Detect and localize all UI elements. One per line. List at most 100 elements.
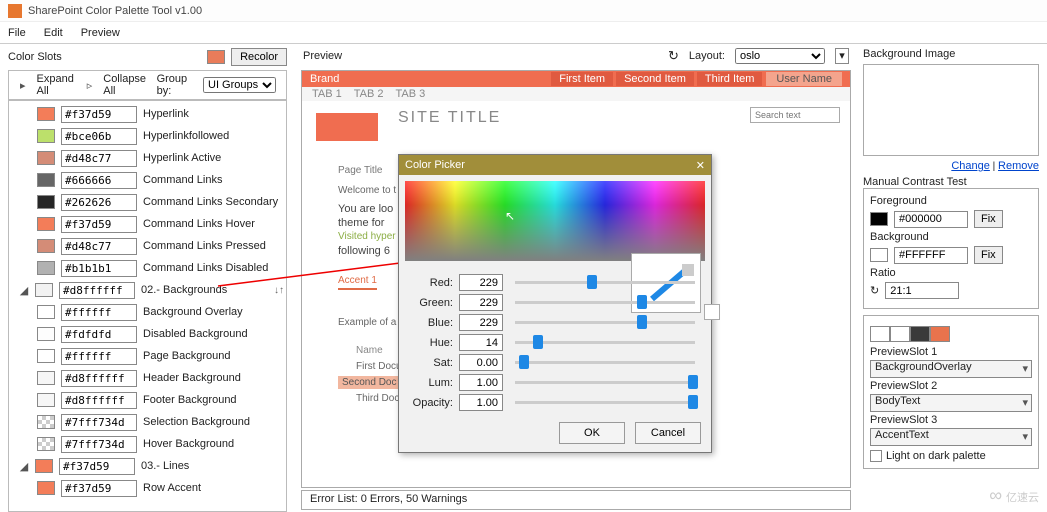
slot-row[interactable]: Row Accent <box>11 477 284 499</box>
bg-hex-input[interactable] <box>894 247 968 264</box>
recolor-swatch[interactable] <box>207 50 225 64</box>
slot-hex-input[interactable] <box>61 370 137 387</box>
slot-swatch[interactable] <box>37 195 55 209</box>
channel-slider[interactable] <box>515 401 695 404</box>
palette-swatch[interactable] <box>910 326 930 342</box>
collapse-caret[interactable]: ▹ <box>86 79 94 92</box>
slot-swatch[interactable] <box>37 129 55 143</box>
picker-ok-button[interactable]: OK <box>559 422 625 444</box>
refresh-icon[interactable]: ↻ <box>668 48 679 64</box>
slot-swatch[interactable] <box>37 437 55 451</box>
channel-input[interactable] <box>459 314 503 331</box>
channel-input[interactable] <box>459 394 503 411</box>
slot-swatch[interactable] <box>37 261 55 275</box>
slot-row[interactable]: Hyperlink Active <box>11 147 284 169</box>
channel-slider[interactable] <box>515 301 695 304</box>
slot-hex-input[interactable] <box>61 106 137 123</box>
slot-row[interactable]: Selection Background <box>11 411 284 433</box>
slot-row[interactable]: Command Links <box>11 169 284 191</box>
slot-swatch[interactable] <box>37 415 55 429</box>
slot-swatch[interactable] <box>37 151 55 165</box>
groupby-select[interactable]: UI Groups <box>203 77 276 93</box>
slot-swatch[interactable] <box>37 305 55 319</box>
channel-input[interactable] <box>459 274 503 291</box>
fg-swatch[interactable] <box>870 212 888 226</box>
remove-link[interactable]: Remove <box>998 160 1039 172</box>
fg-fix-button[interactable]: Fix <box>974 210 1003 228</box>
collapse-all[interactable]: Collapse All <box>103 73 146 97</box>
slot-hex-input[interactable] <box>61 414 137 431</box>
slot-swatch[interactable] <box>37 327 55 341</box>
channel-slider[interactable] <box>515 281 695 284</box>
group-lines[interactable]: ◢03.- Lines <box>11 455 284 477</box>
slot-swatch[interactable] <box>37 481 55 495</box>
layout-dropdown-extra[interactable]: ▾ <box>835 48 849 64</box>
channel-input[interactable] <box>459 354 503 371</box>
ps3-dropdown[interactable]: AccentText <box>870 428 1032 446</box>
slot-hex-input[interactable] <box>61 128 137 145</box>
picker-spectrum[interactable]: ↖ <box>405 181 705 261</box>
ps2-dropdown[interactable]: BodyText <box>870 394 1032 412</box>
slot-hex-input[interactable] <box>61 238 137 255</box>
channel-slider[interactable] <box>515 341 695 344</box>
slot-hex-input[interactable] <box>61 172 137 189</box>
channel-slider[interactable] <box>515 361 695 364</box>
palette-swatch[interactable] <box>890 326 910 342</box>
slot-swatch[interactable] <box>37 371 55 385</box>
slot-hex-input[interactable] <box>61 436 137 453</box>
slot-tree[interactable]: HyperlinkHyperlinkfollowedHyperlink Acti… <box>8 100 287 512</box>
fg-hex-input[interactable] <box>894 211 968 228</box>
slot-row[interactable]: Disabled Background <box>11 323 284 345</box>
slot-hex-input[interactable] <box>61 150 137 167</box>
menu-preview[interactable]: Preview <box>81 27 120 39</box>
slot-hex-input[interactable] <box>61 216 137 233</box>
slot-swatch[interactable] <box>37 393 55 407</box>
picker-cancel-button[interactable]: Cancel <box>635 422 701 444</box>
slot-row[interactable]: Hover Background <box>11 433 284 455</box>
recolor-button[interactable]: Recolor <box>231 48 287 66</box>
slot-row[interactable]: Command Links Secondary <box>11 191 284 213</box>
bg-swatch[interactable] <box>870 248 888 262</box>
slot-swatch[interactable] <box>37 173 55 187</box>
slot-swatch[interactable] <box>37 107 55 121</box>
slot-swatch[interactable] <box>37 349 55 363</box>
slot-hex-input[interactable] <box>61 326 137 343</box>
slot-row[interactable]: Footer Background <box>11 389 284 411</box>
slot-row[interactable]: Header Background <box>11 367 284 389</box>
palette-swatch[interactable] <box>930 326 950 342</box>
ps1-dropdown[interactable]: BackgroundOverlay <box>870 360 1032 378</box>
slot-row[interactable]: Page Background <box>11 345 284 367</box>
channel-input[interactable] <box>459 334 503 351</box>
picker-close-icon[interactable]: ✕ <box>696 159 705 172</box>
channel-slider[interactable] <box>515 321 695 324</box>
slot-hex-input[interactable] <box>61 260 137 277</box>
layout-select[interactable]: oslo <box>735 48 825 64</box>
slot-hex-input[interactable] <box>61 348 137 365</box>
slot-row[interactable]: Command Links Hover <box>11 213 284 235</box>
slot-row[interactable]: Hyperlink <box>11 103 284 125</box>
slot-hex-input[interactable] <box>61 304 137 321</box>
channel-input[interactable] <box>459 374 503 391</box>
ratio-refresh-icon[interactable]: ↻ <box>870 284 879 297</box>
slot-row[interactable]: Background Overlay <box>11 301 284 323</box>
slot-hex-input[interactable] <box>61 194 137 211</box>
slot-hex-input[interactable] <box>61 392 137 409</box>
expand-all[interactable]: Expand All <box>37 73 76 97</box>
menu-edit[interactable]: Edit <box>44 27 63 39</box>
change-link[interactable]: Change <box>951 160 990 172</box>
error-list-bar[interactable]: Error List: 0 Errors, 50 Warnings <box>301 490 851 510</box>
slot-row[interactable]: Command Links Pressed <box>11 235 284 257</box>
slot-hex-input[interactable] <box>61 480 137 497</box>
mock-search <box>750 107 840 123</box>
palette-swatch[interactable] <box>870 326 890 342</box>
expand-caret[interactable]: ▸ <box>19 79 27 92</box>
menu-file[interactable]: File <box>8 27 26 39</box>
slot-row[interactable]: Hyperlinkfollowed <box>11 125 284 147</box>
light-dark-checkbox[interactable] <box>870 450 882 462</box>
channel-slider[interactable] <box>515 381 695 384</box>
bg-fix-button[interactable]: Fix <box>974 246 1003 264</box>
mock-example: Example of a l <box>338 317 401 328</box>
channel-input[interactable] <box>459 294 503 311</box>
slot-swatch[interactable] <box>37 217 55 231</box>
slot-swatch[interactable] <box>37 239 55 253</box>
